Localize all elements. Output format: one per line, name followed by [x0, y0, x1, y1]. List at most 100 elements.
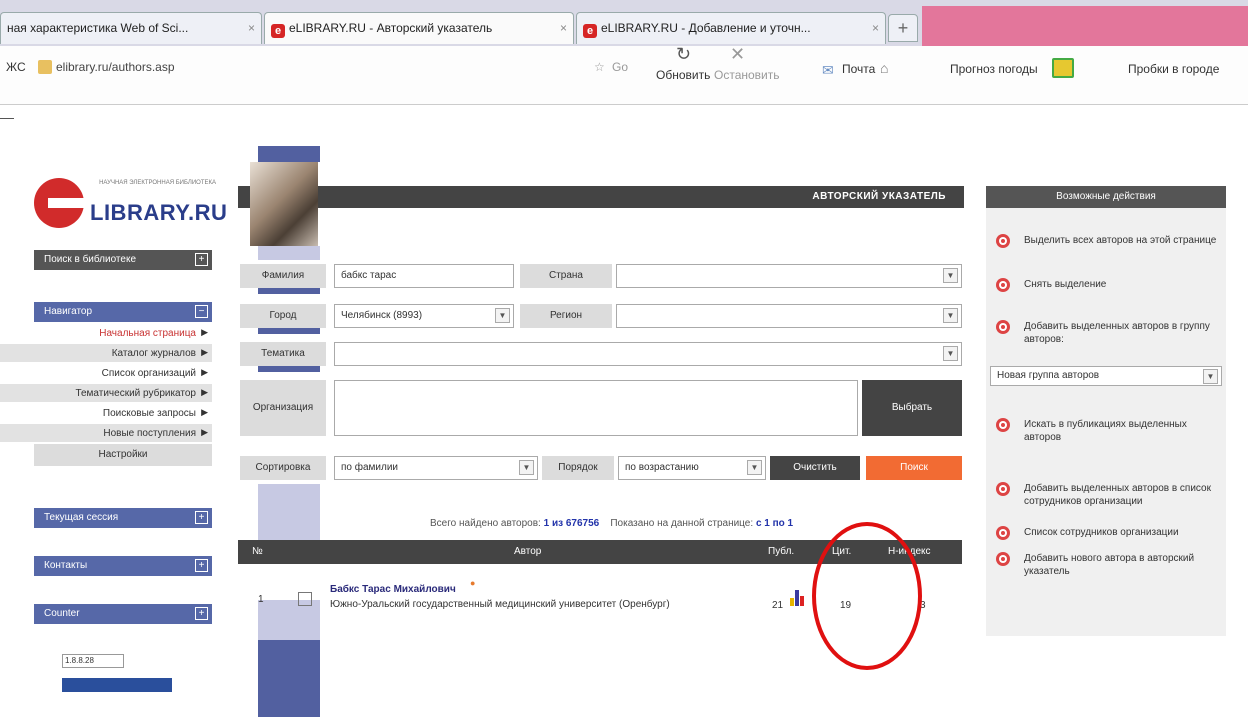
chevron-down-icon: ▼	[519, 460, 534, 475]
decor-bar	[258, 328, 320, 334]
decor-bar	[258, 640, 320, 717]
sort-select[interactable]: по фамилии ▼	[334, 456, 538, 480]
tab-label: eLIBRARY.RU - Добавление и уточн...	[601, 21, 811, 35]
go-button[interactable]: Go	[612, 60, 628, 74]
plus-icon: +	[195, 559, 208, 572]
weather-link[interactable]: Прогноз погоды	[950, 62, 1038, 76]
stop-button[interactable]: Остановить	[714, 68, 780, 82]
col-pubs[interactable]: Публ.	[768, 546, 794, 557]
country-select[interactable]: ▼	[616, 264, 962, 288]
tab-close-icon[interactable]: ×	[248, 21, 255, 35]
menu-settings[interactable]: Настройки	[34, 444, 212, 466]
menu-label: Текущая сессия	[44, 512, 119, 523]
tab-bar: ная характеристика Web of Sci... × e eLIB…	[0, 0, 1248, 46]
star-icon[interactable]: ☆	[594, 60, 605, 74]
tab-close-icon[interactable]: ×	[560, 21, 567, 35]
highlight-oval	[812, 522, 922, 670]
author-link[interactable]: Бабкс Тарас Михайлович	[330, 584, 456, 595]
plus-icon: +	[195, 511, 208, 524]
url-prefix: ЖС	[6, 60, 26, 74]
nav-item-new[interactable]: Новые поступления ▶	[0, 424, 212, 442]
clear-button[interactable]: Очистить	[770, 456, 860, 480]
home-icon[interactable]: ⌂	[880, 60, 888, 76]
col-author[interactable]: Автор	[514, 546, 541, 557]
tab-close-icon[interactable]: ×	[872, 21, 879, 35]
arrow-right-icon: ▶	[201, 407, 208, 417]
action-add-author[interactable]: Добавить нового автора в авторский указа…	[1024, 552, 1220, 578]
bar-chart-icon-bar	[800, 596, 804, 606]
topic-select[interactable]: ▼	[334, 342, 962, 366]
traffic-link[interactable]: Пробки в городе	[1128, 62, 1219, 76]
order-select[interactable]: по возрастанию ▼	[618, 456, 766, 480]
tab-bar-background	[922, 6, 1248, 46]
nav-item-orgs[interactable]: Список организаций ▶	[0, 364, 212, 382]
region-select[interactable]: ▼	[616, 304, 962, 328]
menu-navigator[interactable]: Навигатор −	[34, 302, 212, 322]
mail-icon: ✉	[822, 62, 834, 78]
mail-link[interactable]: Почта	[842, 62, 875, 76]
nav-item-start[interactable]: Начальная страница ▶	[0, 324, 212, 342]
elibrary-favicon-icon: e	[271, 24, 285, 38]
counter-widget[interactable]: 1.8.8.28	[62, 654, 124, 668]
action-icon	[996, 278, 1010, 292]
menu-search[interactable]: Поиск в библиотеке +	[34, 250, 212, 270]
search-button[interactable]: Поиск	[866, 456, 962, 480]
results-summary: Всего найдено авторов: 1 из 676756 Показ…	[430, 518, 793, 529]
surname-input[interactable]: бабкс тарас	[334, 264, 514, 288]
row-checkbox[interactable]	[298, 592, 312, 606]
org-textarea[interactable]	[334, 380, 858, 436]
tab-label: eLIBRARY.RU - Авторский указатель	[289, 21, 493, 35]
chevron-down-icon: ▼	[943, 308, 958, 323]
author-org: Южно-Уральский государственный медицинск…	[330, 599, 670, 610]
bar-chart-icon[interactable]	[790, 590, 804, 606]
sort-label: Сортировка	[240, 456, 326, 480]
new-tab-button[interactable]: +	[888, 14, 918, 42]
plus-icon: +	[195, 253, 208, 266]
action-search-pubs[interactable]: Искать в публикациях выделенных авторов	[1024, 418, 1220, 444]
choose-button[interactable]: Выбрать	[862, 380, 962, 436]
nav-item-queries[interactable]: Поисковые запросы ▶	[0, 404, 212, 422]
menu-label: Навигатор	[44, 306, 93, 317]
col-num: №	[252, 546, 263, 557]
arrow-right-icon: ▶	[201, 347, 208, 357]
action-select-all[interactable]: Выделить всех авторов на этой странице	[1024, 234, 1220, 247]
country-label: Страна	[520, 264, 612, 288]
arrow-right-icon: ▶	[201, 327, 208, 337]
city-select[interactable]: Челябинск (8993) ▼	[334, 304, 514, 328]
mail-counter-logo[interactable]	[62, 678, 172, 692]
elibrary-logo[interactable]: НАУЧНАЯ ЭЛЕКТРОННАЯ БИБЛИОТЕКА LIBRARY.R…	[34, 178, 227, 228]
action-add-to-group[interactable]: Добавить выделенных авторов в группу авт…	[1024, 320, 1220, 346]
action-staff-list[interactable]: Список сотрудников организации	[1024, 526, 1220, 539]
row-num: 1	[258, 594, 264, 605]
tab-add[interactable]: e eLIBRARY.RU - Добавление и уточн... ×	[576, 12, 886, 44]
menu-counter[interactable]: Counter +	[34, 604, 212, 624]
bar-chart-icon-bar	[795, 590, 799, 606]
chevron-down-icon: ▼	[747, 460, 762, 475]
nav-item-journals[interactable]: Каталог журналов ▶	[0, 344, 212, 362]
action-icon	[996, 482, 1010, 496]
stop-icon[interactable]: ✕	[730, 44, 745, 65]
nav-item-rubricator[interactable]: Тематический рубрикатор ▶	[0, 384, 212, 402]
tab-authors[interactable]: e eLIBRARY.RU - Авторский указатель ×	[264, 12, 574, 44]
menu-contacts[interactable]: Контакты +	[34, 556, 212, 576]
action-deselect[interactable]: Снять выделение	[1024, 278, 1220, 291]
action-icon	[996, 552, 1010, 566]
reload-button[interactable]: Обновить	[656, 68, 710, 82]
decor-bar	[258, 366, 320, 372]
arrow-right-icon: ▶	[201, 387, 208, 397]
menu-session[interactable]: Текущая сессия +	[34, 508, 212, 528]
group-select-value: Новая группа авторов	[997, 370, 1100, 381]
action-icon	[996, 234, 1010, 248]
elibrary-favicon-icon: e	[583, 24, 597, 38]
plus-icon: +	[897, 18, 909, 38]
surname-label: Фамилия	[240, 264, 326, 288]
action-add-to-staff[interactable]: Добавить выделенных авторов в список сот…	[1024, 482, 1220, 508]
group-select[interactable]: Новая группа авторов ▼	[990, 366, 1222, 386]
url-field[interactable]: elibrary.ru/authors.asp	[56, 60, 175, 74]
region-label: Регион	[520, 304, 612, 328]
tab-wos[interactable]: ная характеристика Web of Sci... ×	[0, 12, 262, 44]
reload-icon[interactable]: ↻	[676, 44, 691, 65]
shown-range: с 1 по 1	[755, 518, 794, 529]
logo-title: LIBRARY.RU	[90, 200, 228, 225]
page-title: АВТОРСКИЙ УКАЗАТЕЛЬ	[812, 191, 946, 202]
